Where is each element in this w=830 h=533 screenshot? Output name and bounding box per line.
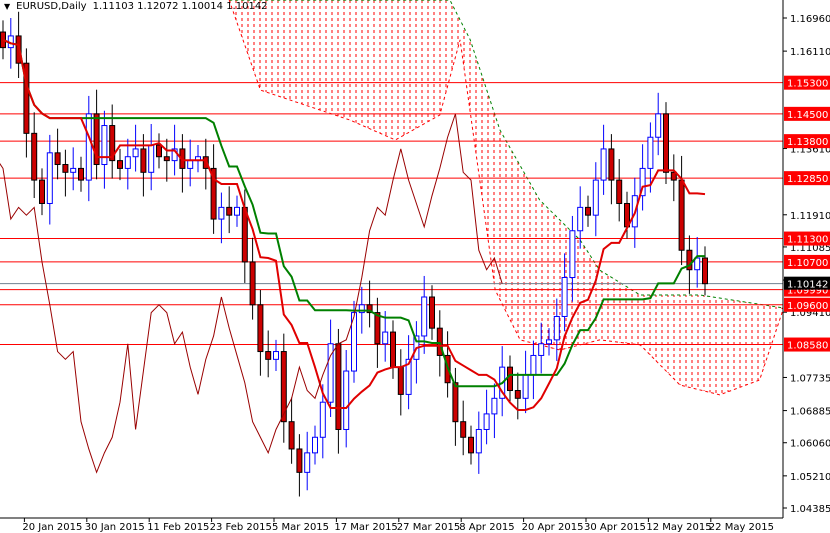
bear-candle bbox=[288, 421, 295, 450]
bull-candle bbox=[46, 152, 53, 204]
price-tick-label: 1.07735 bbox=[790, 373, 830, 384]
bull-candle bbox=[592, 179, 599, 216]
bear-candle bbox=[163, 156, 170, 162]
bear-candle bbox=[390, 331, 396, 368]
time-tick-label: 30 Apr 2015 bbox=[584, 522, 646, 533]
bear-candle bbox=[78, 167, 84, 181]
bear-candle bbox=[616, 179, 623, 204]
bull-candle bbox=[187, 160, 194, 169]
price-tick-label: 1.05210 bbox=[790, 472, 830, 483]
bear-candle bbox=[117, 160, 123, 169]
level-price-label: 1.15300 bbox=[787, 79, 828, 90]
level-price-label: 1.11300 bbox=[787, 235, 828, 246]
bull-candle bbox=[475, 428, 482, 454]
bear-candle bbox=[39, 179, 45, 204]
time-tick-label: 5 Mar 2015 bbox=[272, 522, 329, 533]
bear-candle bbox=[226, 206, 233, 216]
bear-candle bbox=[156, 144, 162, 158]
bull-candle bbox=[546, 339, 552, 345]
time-tick-label: 27 Mar 2015 bbox=[397, 522, 460, 533]
level-price-label: 1.14500 bbox=[787, 110, 828, 121]
ohlc-values: 1.11103 1.12072 1.10014 1.10142 bbox=[92, 1, 268, 12]
bull-candle bbox=[522, 374, 529, 399]
time-tick-label: 8 Apr 2015 bbox=[459, 522, 514, 533]
time-tick-label: 20 Apr 2015 bbox=[522, 522, 584, 533]
bull-candle bbox=[312, 436, 318, 454]
level-price-label: 1.08580 bbox=[787, 341, 828, 352]
bull-candle bbox=[655, 113, 662, 138]
bull-candle bbox=[382, 331, 389, 345]
price-tick-label: 1.04385 bbox=[790, 504, 830, 515]
bull-candle bbox=[694, 257, 701, 271]
bull-candle bbox=[561, 277, 568, 317]
level-price-label: 1.09600 bbox=[787, 301, 828, 312]
bull-candle bbox=[304, 452, 311, 473]
bull-candle bbox=[538, 343, 545, 356]
level-price-label: 1.12850 bbox=[787, 174, 828, 185]
bull-candle bbox=[647, 136, 654, 169]
bear-candle bbox=[468, 436, 474, 454]
bull-candle bbox=[124, 156, 131, 169]
bull-candle bbox=[319, 401, 326, 438]
bull-candle bbox=[600, 148, 607, 181]
bear-candle bbox=[702, 257, 708, 285]
time-tick-label: 20 Jan 2015 bbox=[22, 522, 82, 533]
bull-candle bbox=[483, 413, 490, 430]
price-tick-label: 1.16960 bbox=[790, 14, 830, 25]
bull-candle bbox=[553, 315, 560, 341]
bull-candle bbox=[577, 206, 584, 232]
bear-candle bbox=[507, 366, 513, 392]
bear-candle bbox=[397, 366, 404, 395]
time-tick-label: 30 Jan 2015 bbox=[85, 522, 145, 533]
chart-title: ▼ EURUSD,Daily 1.11103 1.12072 1.10014 1… bbox=[4, 1, 268, 12]
price-tick-label: 1.06060 bbox=[790, 439, 830, 450]
bull-candle bbox=[343, 370, 350, 430]
level-price-label: 1.13800 bbox=[787, 137, 828, 148]
bear-candle bbox=[257, 304, 264, 353]
bull-candle bbox=[218, 206, 225, 220]
level-price-label: 1.10700 bbox=[787, 258, 828, 269]
bear-candle bbox=[140, 148, 147, 173]
price-tick-label: 1.16110 bbox=[790, 47, 830, 58]
symbol-label: EURUSD,Daily bbox=[16, 1, 87, 12]
time-tick-label: 23 Feb 2015 bbox=[210, 522, 272, 533]
bear-candle bbox=[663, 113, 669, 173]
bull-candle bbox=[70, 167, 77, 173]
bear-candle bbox=[249, 261, 256, 306]
ichimoku-cloud bbox=[229, 0, 783, 395]
bear-candle bbox=[335, 343, 342, 430]
time-tick-label: 12 May 2015 bbox=[646, 522, 711, 533]
bull-candle bbox=[569, 230, 576, 279]
bear-candle bbox=[585, 206, 591, 216]
triangle-down-icon[interactable]: ▼ bbox=[4, 2, 10, 11]
bear-candle bbox=[54, 152, 61, 166]
bull-candle bbox=[491, 397, 498, 415]
bear-candle bbox=[514, 390, 521, 399]
bull-candle bbox=[234, 206, 240, 216]
bull-candle bbox=[85, 113, 92, 181]
bear-candle bbox=[429, 296, 435, 329]
bull-candle bbox=[101, 125, 108, 166]
time-tick-label: 22 May 2015 bbox=[709, 522, 774, 533]
price-tick-label: 1.06885 bbox=[790, 407, 830, 418]
time-tick-label: 11 Feb 2015 bbox=[147, 522, 209, 533]
bull-candle bbox=[132, 148, 139, 158]
time-tick-label: 17 Mar 2015 bbox=[334, 522, 397, 533]
bear-candle bbox=[31, 132, 38, 181]
bull-candle bbox=[148, 144, 155, 173]
bull-candle bbox=[530, 354, 537, 376]
bull-candle bbox=[273, 351, 279, 360]
bear-candle bbox=[452, 382, 459, 423]
current-price-label: 1.10142 bbox=[787, 280, 828, 291]
price-tick-label: 1.11910 bbox=[790, 211, 830, 222]
price-chart[interactable]: 1.169601.161101.136101.119101.110851.102… bbox=[0, 0, 830, 533]
bear-candle bbox=[296, 448, 303, 473]
bear-candle bbox=[678, 179, 685, 251]
bear-candle bbox=[608, 148, 615, 181]
bear-candle bbox=[62, 164, 69, 173]
bull-candle bbox=[421, 296, 428, 337]
bear-candle bbox=[265, 351, 272, 360]
bear-candle bbox=[374, 312, 381, 345]
bear-candle bbox=[460, 421, 467, 438]
